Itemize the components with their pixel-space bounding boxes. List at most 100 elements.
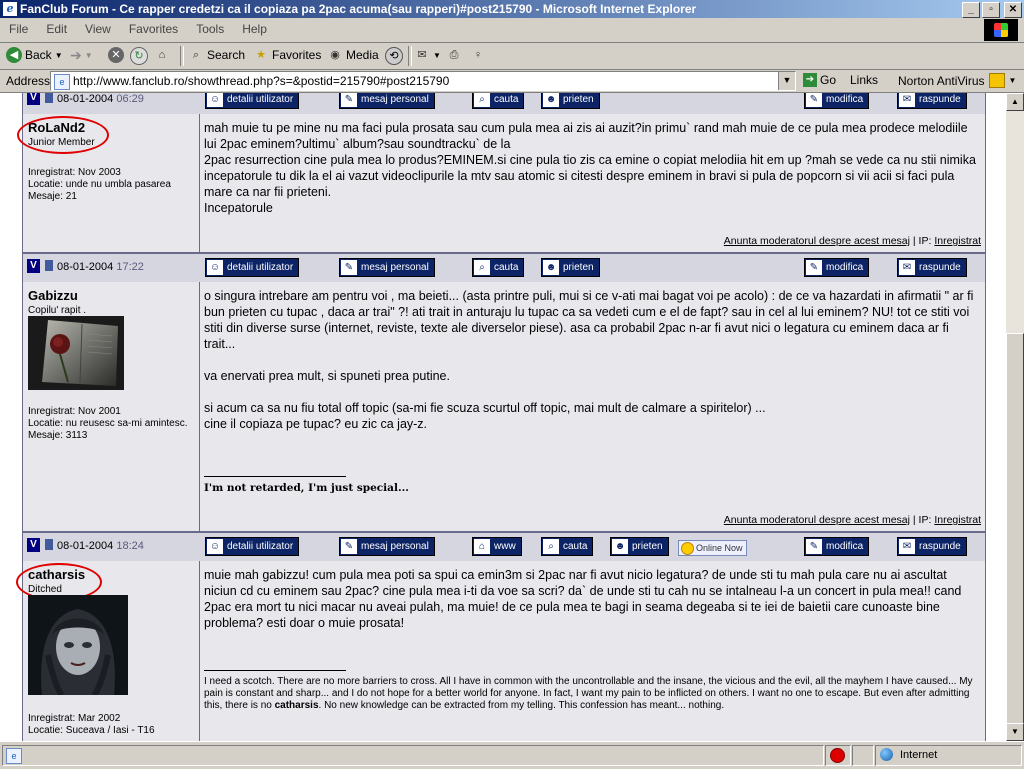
post-header: V 08-01-2004 17:22 ☺ detalii utilizator ✎…: [22, 253, 986, 283]
add-buddy-button[interactable]: ☻ prieten: [541, 258, 600, 277]
reply-button[interactable]: ✉ raspunde: [897, 93, 967, 109]
profile-button[interactable]: ☺ detalii utilizator: [205, 258, 300, 277]
online-smiley-icon: [681, 541, 694, 555]
reply-button[interactable]: ✉ raspunde: [897, 258, 967, 277]
post-body: Gabizzu Copilu' rapit . Inregistrat: Nov…: [22, 282, 986, 532]
search-posts-button[interactable]: ⌕ cauta: [541, 537, 594, 556]
favorites-button[interactable]: ★ Favorites: [253, 47, 321, 63]
home-button[interactable]: ⌂: [154, 47, 170, 63]
search-icon: ⌕: [474, 93, 490, 107]
username[interactable]: Gabizzu: [28, 288, 78, 303]
menu-tools[interactable]: Tools: [187, 22, 233, 36]
page-loaded-icon: e: [6, 748, 22, 764]
security-zone-pane: Internet: [875, 745, 1022, 766]
user-avatar-image: [28, 316, 124, 390]
ip-link[interactable]: Inregistrat: [934, 235, 981, 247]
messenger-button[interactable]: ♀: [470, 47, 486, 63]
document-icon: [45, 260, 53, 271]
user-stats: Inregistrat: Nov 2003 Locatie: unde nu u…: [28, 167, 171, 202]
maximize-button[interactable]: ▫: [982, 2, 1000, 18]
edit-post-button[interactable]: ✎ modifica: [804, 537, 870, 556]
edit-post-button[interactable]: ✎ modifica: [804, 93, 870, 109]
ip-link[interactable]: Inregistrat: [934, 514, 981, 526]
homepage-button[interactable]: ⌂ www: [472, 537, 522, 556]
forward-button[interactable]: ➔ ▼: [70, 47, 93, 64]
links-button[interactable]: Links: [850, 73, 878, 87]
status-bar: e Internet: [0, 741, 1024, 769]
post-header: V 08-01-2004 18:24 ☺ detalii utilizator ✎…: [22, 532, 986, 562]
norton-label: Norton AntiVirus: [898, 73, 985, 88]
chevron-down-icon: ▼: [54, 50, 63, 60]
private-message-button[interactable]: ✎ mesaj personal: [339, 93, 435, 109]
add-buddy-button[interactable]: ☻ prieten: [541, 93, 600, 109]
back-button[interactable]: ◀ Back ▼: [6, 47, 63, 63]
history-button[interactable]: ⟲: [385, 47, 403, 65]
minimize-button[interactable]: _: [962, 2, 980, 18]
menu-file[interactable]: File: [0, 22, 37, 36]
scroll-up-icon[interactable]: ▲: [1006, 93, 1024, 111]
stop-button[interactable]: ✕: [108, 47, 124, 63]
internet-globe-icon: [880, 748, 893, 761]
message-icon: ✎: [341, 260, 357, 275]
private-message-button[interactable]: ✎ mesaj personal: [339, 258, 435, 277]
search-posts-button[interactable]: ⌕ cauta: [472, 258, 525, 277]
add-buddy-button[interactable]: ☻ prieten: [610, 537, 669, 556]
edit-icon: ✎: [806, 93, 822, 107]
address-url: http://www.fanclub.ro/showthread.php?s=&…: [73, 74, 450, 88]
message-icon: ✎: [341, 93, 357, 107]
window-title-bar: e FanClub Forum - Ce rapper credetzi ca …: [0, 0, 1024, 18]
mail-button[interactable]: ✉ ▼: [414, 47, 441, 63]
search-icon: ⌕: [474, 260, 490, 275]
message-panel: muie mah gabizzu! cum pula mea poti sa s…: [200, 561, 985, 741]
media-button[interactable]: ◉ Media: [327, 47, 379, 63]
document-icon: [45, 539, 53, 550]
back-arrow-icon: ◀: [6, 47, 22, 63]
window-title: FanClub Forum - Ce rapper credetzi ca il…: [20, 2, 697, 16]
refresh-button[interactable]: ↻: [130, 47, 148, 65]
signature-divider: [204, 670, 346, 671]
menu-edit[interactable]: Edit: [37, 22, 76, 36]
scroll-down-icon[interactable]: ▼: [1006, 723, 1024, 741]
norton-antivirus-button[interactable]: Norton AntiVirus ▼: [898, 73, 1016, 88]
post-icon: V: [27, 538, 40, 552]
menu-favorites[interactable]: Favorites: [120, 22, 187, 36]
print-button[interactable]: ⎙: [446, 47, 462, 63]
menu-view[interactable]: View: [76, 22, 120, 36]
post-icon: V: [27, 93, 40, 105]
post-message: muie mah gabizzu! cum pula mea poti sa s…: [204, 568, 962, 630]
history-icon: ⟲: [385, 47, 403, 65]
page-icon: e: [54, 74, 70, 90]
stop-icon: ✕: [108, 47, 124, 63]
address-dropdown-icon[interactable]: ▼: [778, 72, 795, 90]
profile-button[interactable]: ☺ detalii utilizator: [205, 537, 300, 556]
search-posts-button[interactable]: ⌕ cauta: [472, 93, 525, 109]
address-input[interactable]: e http://www.fanclub.ro/showthread.php?s…: [50, 71, 796, 91]
document-icon: [45, 93, 53, 103]
media-icon: ◉: [330, 49, 340, 61]
post-message: mah muie tu pe mine nu ma faci pula pros…: [204, 121, 976, 215]
buddy-icon: ☻: [543, 93, 559, 107]
signature-divider: [204, 476, 346, 477]
close-button[interactable]: ✕: [1004, 2, 1022, 18]
edit-post-button[interactable]: ✎ modifica: [804, 258, 870, 277]
profile-button[interactable]: ☺ detalii utilizator: [205, 93, 300, 109]
vertical-scrollbar[interactable]: ▲ ▼: [1006, 93, 1024, 741]
favorites-label: Favorites: [272, 48, 322, 62]
search-button[interactable]: ⌕ Search: [188, 47, 245, 63]
user-stats: Inregistrat: Mar 2002 Locatie: Suceava /…: [28, 713, 155, 736]
window-controls: _ ▫ ✕: [962, 2, 1022, 18]
post-message: o singura intrebare am pentru voi , ma b…: [204, 289, 974, 431]
report-moderator-link[interactable]: Anunta moderatorul despre acest mesaj: [724, 235, 910, 247]
address-bar: Address e http://www.fanclub.ro/showthre…: [0, 70, 1024, 93]
reply-button[interactable]: ✉ raspunde: [897, 537, 967, 556]
user-profile-icon: ☺: [207, 93, 223, 107]
go-button[interactable]: ➔ Go: [803, 73, 836, 87]
private-message-button[interactable]: ✎ mesaj personal: [339, 537, 435, 556]
post-icon: V: [27, 259, 40, 273]
scrollbar-thumb[interactable]: [1006, 333, 1024, 735]
ie-logo-icon: e: [3, 2, 17, 16]
reply-icon: ✉: [899, 260, 915, 275]
status-pane: [825, 745, 851, 766]
report-moderator-link[interactable]: Anunta moderatorul despre acest mesaj: [724, 514, 910, 526]
menu-help[interactable]: Help: [233, 22, 276, 36]
